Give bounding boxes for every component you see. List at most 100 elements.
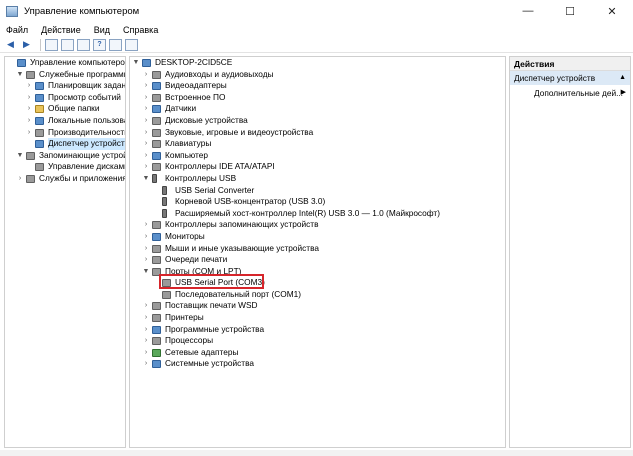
device-item[interactable]: Корневой USB-концентратор (USB 3.0) [130,196,505,208]
tree-item-storage[interactable]: ▼ Запоминающие устройст [5,150,125,162]
show-hide-tree-icon[interactable] [61,38,74,51]
back-icon[interactable]: ◀ [4,39,17,51]
expander-icon[interactable]: › [25,80,33,92]
expander-icon[interactable]: › [142,92,150,104]
expander-icon[interactable]: › [142,243,150,255]
expander-icon[interactable]: › [16,173,24,185]
device-category[interactable]: › Видеоадаптеры [130,80,505,92]
menu-help[interactable]: Справка [123,25,158,35]
expander-icon[interactable]: ▼ [16,69,24,81]
tree-item-performance[interactable]: › Производительность [5,127,125,139]
expander-icon[interactable]: ▼ [142,173,150,185]
expander-icon[interactable]: › [142,335,150,347]
maximize-button[interactable]: ☐ [549,0,591,22]
actions-section[interactable]: Диспетчер устройств ▲ [510,71,630,85]
sound-icon [152,128,161,137]
expander-icon[interactable]: › [142,347,150,359]
expander-icon[interactable]: › [25,103,33,115]
toolbar-divider [40,38,41,51]
minimize-button[interactable]: — [507,0,549,22]
device-category[interactable]: › Мониторы [130,231,505,243]
expander-icon[interactable]: › [142,161,150,173]
expander-icon[interactable]: › [142,324,150,336]
expander-icon[interactable]: ▼ [142,266,150,278]
tree-item-event-viewer[interactable]: › Просмотр событий [5,92,125,104]
device-category[interactable]: › Очереди печати [130,254,505,266]
device-category[interactable]: › Программные устройства [130,324,505,336]
device-category[interactable]: › Датчики [130,103,505,115]
expander-icon[interactable]: › [142,231,150,243]
expander-icon[interactable]: ▼ [16,150,24,162]
computer-icon [152,151,161,160]
expander-icon[interactable]: › [142,115,150,127]
usb-icon [162,185,167,195]
device-label: Датчики [165,103,197,114]
collapse-arrow-icon[interactable]: ▲ [619,71,626,85]
expander-icon[interactable]: › [142,312,150,324]
device-label: Компьютер [165,149,208,160]
device-tree[interactable]: ▼ DESKTOP-2CID5CE › Аудиовходы и аудиовыхо… [129,56,506,448]
close-button[interactable]: ✕ [591,0,633,22]
expander-icon[interactable]: › [142,103,150,115]
tree-item-task-scheduler[interactable]: › Планировщик заданий [5,80,125,92]
console-tree[interactable]: Управление компьютером (л ▼ Служебные про… [4,56,126,448]
expander-icon[interactable]: › [142,138,150,150]
expander-icon[interactable]: › [142,358,150,370]
services-icon [26,174,35,183]
tree-item-services[interactable]: › Службы и приложения [5,173,125,185]
toolbar: ◀ ▶ ? [0,37,633,53]
device-category-usb[interactable]: ▼ Контроллеры USB [130,173,505,185]
device-category[interactable]: › Аудиовходы и аудиовыходы [130,69,505,81]
expander-icon[interactable]: › [142,69,150,81]
tree-item-root[interactable]: Управление компьютером (л [5,57,125,69]
device-label: Корневой USB-концентратор (USB 3.0) [175,196,326,207]
properties-icon[interactable] [77,38,90,51]
forward-icon[interactable]: ▶ [20,39,33,51]
expander-icon[interactable]: › [142,80,150,92]
tree-item-shared-folders[interactable]: › Общие папки [5,103,125,115]
device-item[interactable]: USB Serial Converter [130,185,505,197]
device-category[interactable]: › Контроллеры IDE ATA/ATAPI [130,161,505,173]
device-root[interactable]: ▼ DESKTOP-2CID5CE [130,57,505,69]
tree-item-local-users[interactable]: › Локальные пользовате [5,115,125,127]
device-label: Звуковые, игровые и видеоустройства [165,126,314,137]
menu-view[interactable]: Вид [94,25,110,35]
up-folder-icon[interactable] [45,38,58,51]
expander-icon[interactable]: › [142,300,150,312]
expander-icon[interactable]: › [142,127,150,139]
device-category[interactable]: › Контроллеры запоминающих устройств [130,219,505,231]
menu-file[interactable]: Файл [6,25,28,35]
device-category[interactable]: › Компьютер [130,150,505,162]
tree-item-disk-management[interactable]: Управление дисками [5,161,125,173]
device-category[interactable]: › Клавиатуры [130,138,505,150]
performance-icon [35,128,44,137]
device-label: Мониторы [165,230,205,241]
device-category[interactable]: › Звуковые, игровые и видеоустройства [130,127,505,139]
device-item[interactable]: Расширяемый хост-контроллер Intel(R) USB… [130,208,505,220]
monitor-icon[interactable] [125,38,138,51]
device-category[interactable]: › Поставщик печати WSD [130,300,505,312]
help-icon[interactable]: ? [93,38,106,51]
device-category[interactable]: › Сетевые адаптеры [130,347,505,359]
device-category[interactable]: › Мыши и иные указывающие устройства [130,243,505,255]
expander-icon[interactable]: › [142,254,150,266]
device-category[interactable]: › Принтеры [130,312,505,324]
menu-action[interactable]: Действие [41,25,81,35]
expander-icon[interactable]: › [142,150,150,162]
expander-icon[interactable]: ▼ [132,57,140,69]
device-category[interactable]: › Системные устройства [130,358,505,370]
tree-item-system-tools[interactable]: ▼ Служебные программы [5,69,125,81]
device-item[interactable]: Последовательный порт (COM1) [130,289,505,301]
expander-icon[interactable]: › [25,127,33,139]
device-category[interactable]: › Встроенное ПО [130,92,505,104]
action-pane-icon[interactable] [109,38,122,51]
device-label: DESKTOP-2CID5CE [155,57,233,67]
more-actions-item[interactable]: Дополнительные дей... ▶ [510,85,630,101]
device-label: Клавиатуры [165,138,212,149]
device-category[interactable]: › Процессоры [130,335,505,347]
expander-icon[interactable]: › [25,115,33,127]
expander-icon[interactable]: › [25,92,33,104]
expander-icon[interactable]: › [142,219,150,231]
device-category[interactable]: › Дисковые устройства [130,115,505,127]
tree-item-device-manager[interactable]: Диспетчер устройств [5,138,125,150]
